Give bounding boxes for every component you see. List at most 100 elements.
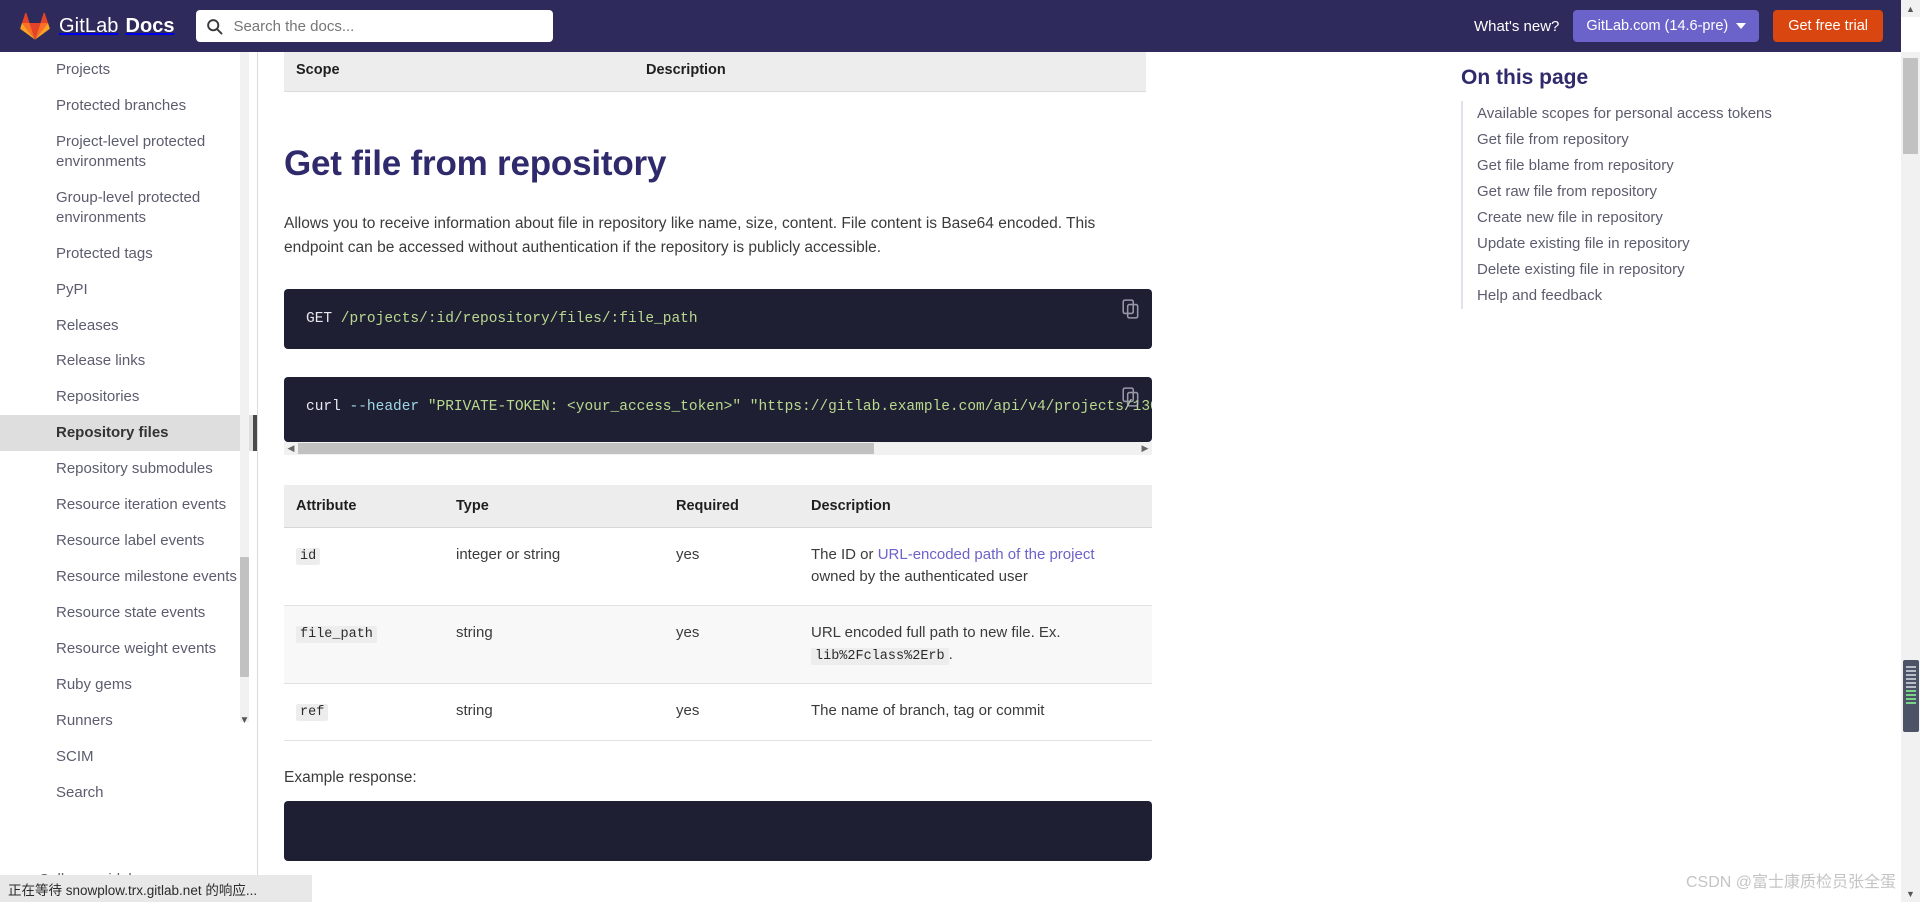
description-text: URL encoded full path to new file. Ex. bbox=[811, 623, 1061, 641]
sidebar-item-resource-state-events[interactable]: Resource state events bbox=[0, 595, 257, 631]
endpoint-code-block: GET /projects/:id/repository/files/:file… bbox=[284, 288, 1152, 350]
required-cell: yes bbox=[664, 605, 799, 685]
version-selector-label: GitLab.com (14.6-pre) bbox=[1586, 18, 1729, 34]
sidebar-item-group-level-protected-environments[interactable]: Group-level protected environments bbox=[0, 180, 257, 236]
widget-line-green bbox=[1906, 694, 1916, 696]
toc-item-get-file-blame-from-repository[interactable]: Get file blame from repository bbox=[1477, 153, 1871, 179]
curl-code-text: curl --header "PRIVATE-TOKEN: <your_acce… bbox=[306, 397, 1152, 417]
code-scrollbar-thumb[interactable] bbox=[298, 442, 874, 454]
brand-docs-text: Docs bbox=[125, 14, 175, 37]
floating-widget-badge[interactable] bbox=[1903, 660, 1919, 732]
page-scrollbar-track[interactable] bbox=[1901, 52, 1920, 902]
attribute-cell: id bbox=[284, 527, 444, 606]
description-link[interactable]: URL-encoded path of the project bbox=[878, 546, 1095, 563]
sidebar-item-resource-iteration-events[interactable]: Resource iteration events bbox=[0, 487, 257, 523]
sidebar-item-project-level-protected-environments[interactable]: Project-level protected environments bbox=[0, 124, 257, 180]
toc-item-get-raw-file-from-repository[interactable]: Get raw file from repository bbox=[1477, 179, 1871, 205]
sidebar-item-resource-label-events[interactable]: Resource label events bbox=[0, 523, 257, 559]
sidebar-item-resource-milestone-events[interactable]: Resource milestone events bbox=[0, 559, 257, 595]
sidebar-item-runners[interactable]: Runners bbox=[0, 703, 257, 739]
sidebar-scroll-down-arrow[interactable]: ▼ bbox=[236, 712, 253, 729]
page-scrollbar-thumb[interactable] bbox=[1903, 58, 1918, 154]
curl-url-string: "https://gitlab.example.com/api/v4/proje… bbox=[749, 399, 1152, 416]
nav-right-group: What's new? GitLab.com (14.6-pre) Get fr… bbox=[1474, 10, 1883, 42]
brand-home-link[interactable]: GitLab Docs bbox=[20, 0, 174, 52]
sidebar-item-protected-tags[interactable]: Protected tags bbox=[0, 236, 257, 272]
description-text: The name of branch, tag or commit bbox=[811, 702, 1045, 720]
toc-item-delete-existing-file-in-repository[interactable]: Delete existing file in repository bbox=[1477, 257, 1871, 283]
status-bar-text: 正在等待 snowplow.trx.gitlab.net 的响应... bbox=[8, 882, 258, 898]
scrollbar-up-arrow[interactable]: ▲ bbox=[1901, 0, 1920, 17]
curl-flag-token: --header bbox=[340, 399, 428, 416]
copy-icon[interactable] bbox=[1122, 387, 1140, 407]
gitlab-tanuki-icon bbox=[20, 12, 50, 40]
widget-line-green bbox=[1906, 698, 1916, 700]
scroll-left-arrow[interactable]: ◀ bbox=[284, 443, 298, 454]
endpoint-path-token: /projects/:id/repository/files/:file_pat… bbox=[332, 310, 698, 327]
widget-line-green bbox=[1906, 702, 1916, 704]
description-cell: URL encoded full path to new file. Ex. l… bbox=[799, 605, 1152, 685]
example-response-label: Example response: bbox=[284, 768, 417, 786]
widget-line bbox=[1906, 666, 1916, 668]
chevron-down-icon bbox=[1736, 23, 1747, 29]
search-input[interactable] bbox=[231, 16, 544, 36]
widget-line bbox=[1906, 686, 1916, 688]
sidebar-scrollbar-thumb[interactable] bbox=[240, 557, 249, 677]
required-column-header: Required bbox=[664, 484, 799, 528]
table-header-row: Scope Description bbox=[284, 52, 1146, 92]
whats-new-link[interactable]: What's new? bbox=[1474, 18, 1559, 35]
attributes-table-body: id integer or string yes The ID or URL-enco… bbox=[284, 527, 1152, 741]
http-method-token: GET bbox=[306, 310, 333, 327]
widget-line-green bbox=[1906, 690, 1916, 692]
description-column-header: Description bbox=[799, 484, 1152, 528]
attribute-cell: ref bbox=[284, 683, 444, 741]
table-row: id integer or string yes The ID or URL-enco… bbox=[284, 527, 1152, 606]
curl-space bbox=[741, 399, 750, 415]
page-title: Get file from repository bbox=[284, 144, 667, 183]
scroll-right-arrow[interactable]: ▶ bbox=[1138, 443, 1152, 454]
brand-gitlab-text: GitLab bbox=[59, 14, 119, 37]
sidebar-item-projects[interactable]: Projects bbox=[0, 52, 257, 88]
sidebar-item-pypi[interactable]: PyPI bbox=[0, 272, 257, 308]
search-icon bbox=[207, 18, 223, 34]
attribute-code: id bbox=[296, 547, 321, 565]
toc-item-create-new-file-in-repository[interactable]: Create new file in repository bbox=[1477, 205, 1871, 231]
get-free-trial-button[interactable]: Get free trial bbox=[1773, 10, 1883, 42]
sidebar-item-ruby-gems[interactable]: Ruby gems bbox=[0, 667, 257, 703]
copy-icon[interactable] bbox=[1122, 299, 1140, 319]
toc-item-help-and-feedback[interactable]: Help and feedback bbox=[1477, 283, 1871, 309]
intro-paragraph: Allows you to receive information about … bbox=[284, 215, 1096, 257]
widget-line bbox=[1906, 678, 1916, 680]
sidebar-item-releases[interactable]: Releases bbox=[0, 308, 257, 344]
attribute-code: ref bbox=[296, 704, 329, 722]
top-navigation-bar: GitLab Docs What's new? GitLab.com (14.6… bbox=[0, 0, 1901, 52]
description-text: The ID or bbox=[811, 545, 878, 563]
sidebar-item-repository-submodules[interactable]: Repository submodules bbox=[0, 451, 257, 487]
on-this-page-toc: On this page Available scopes for person… bbox=[1461, 52, 1901, 902]
sidebar-item-protected-branches[interactable]: Protected branches bbox=[0, 88, 257, 124]
sidebar-item-release-links[interactable]: Release links bbox=[0, 343, 257, 379]
search-box[interactable] bbox=[196, 10, 554, 42]
type-cell: string bbox=[444, 605, 664, 685]
table-row: ref string yes The name of branch, tag or c… bbox=[284, 683, 1152, 741]
curl-code-block: curl --header "PRIVATE-TOKEN: <your_acce… bbox=[284, 377, 1152, 442]
sidebar-item-scim[interactable]: SCIM bbox=[0, 739, 257, 775]
toc-item-update-existing-file-in-repository[interactable]: Update existing file in repository bbox=[1477, 231, 1871, 257]
version-selector-button[interactable]: GitLab.com (14.6-pre) bbox=[1573, 10, 1760, 42]
main-content-area: Scope Description Get file from reposito… bbox=[259, 52, 1459, 902]
toc-item-available-scopes-for-personal-access-tokens[interactable]: Available scopes for personal access tok… bbox=[1477, 101, 1871, 127]
sidebar-item-search[interactable]: Search bbox=[0, 775, 257, 811]
scrollbar-down-arrow[interactable]: ▼ bbox=[1901, 885, 1920, 902]
widget-line bbox=[1906, 674, 1916, 676]
endpoint-code-text: GET /projects/:id/repository/files/:file… bbox=[306, 309, 1130, 329]
toc-item-get-file-from-repository[interactable]: Get file from repository bbox=[1477, 127, 1871, 153]
widget-line bbox=[1906, 670, 1916, 672]
sidebar-item-repositories[interactable]: Repositories bbox=[0, 379, 257, 415]
sidebar-item-repository-files[interactable]: Repository files bbox=[0, 415, 257, 452]
code-horizontal-scrollbar[interactable]: ◀ ▶ bbox=[284, 441, 1152, 455]
sidebar-item-resource-weight-events[interactable]: Resource weight events bbox=[0, 631, 257, 667]
attribute-code: file_path bbox=[296, 625, 377, 643]
required-cell: yes bbox=[664, 683, 799, 741]
scope-column-header: Scope bbox=[284, 52, 634, 92]
curl-command-token: curl bbox=[306, 399, 341, 416]
